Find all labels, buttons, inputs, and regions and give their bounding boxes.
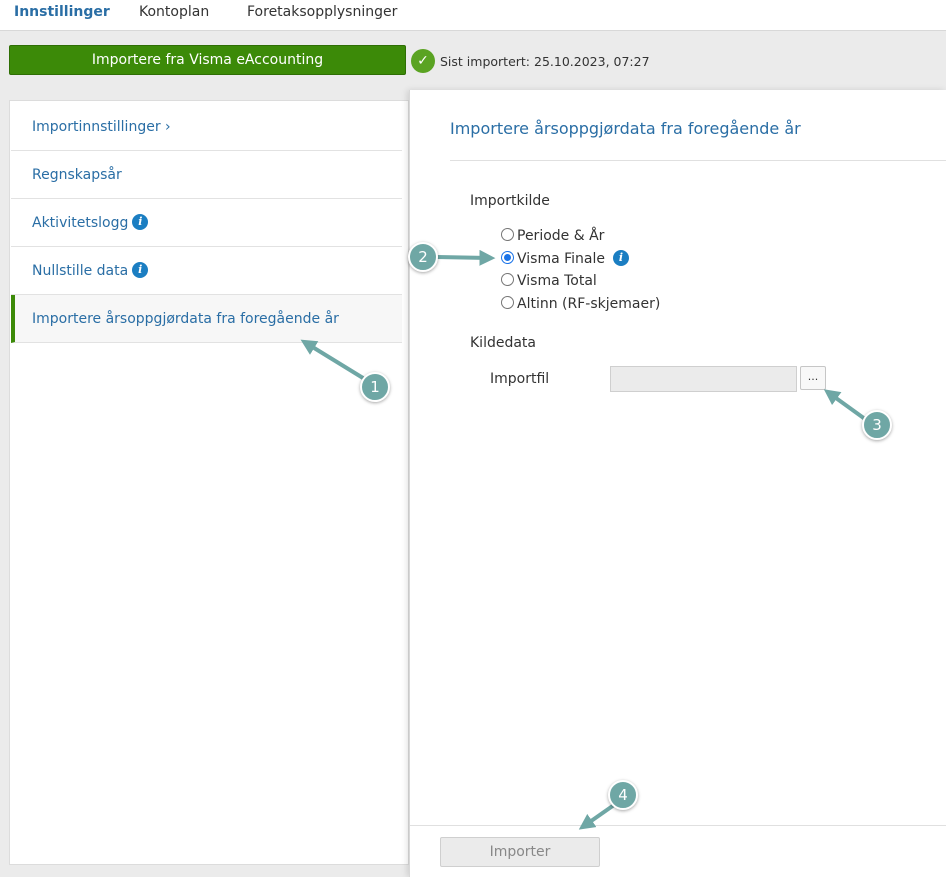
sidebar-item-importinnstillinger[interactable]: Importinnstillinger › [11,103,402,151]
sidebar-item-label: Importinnstillinger › [32,119,171,135]
last-import-value: 25.10.2023, 07:27 [534,54,650,69]
source-option-periode-ar[interactable]: Periode & År [501,228,604,248]
sidebar-item-label: Nullstille data [32,263,129,279]
import-file-label: Importfil [490,371,550,387]
page-title: Importere årsoppgjørdata fra foregående … [450,119,801,138]
last-import-label: Sist importert: [440,54,531,69]
top-navigation: Innstillinger Kontoplan Foretaksopplysni… [0,0,946,31]
annotation-badge-3: 3 [862,410,892,440]
source-data-heading: Kildedata [470,335,536,351]
source-option-visma-total[interactable]: Visma Total [501,273,597,293]
info-icon[interactable]: i [132,261,149,278]
sidebar-item-importere-arsoppgjordata[interactable]: Importere årsoppgjørdata fra foregående … [11,295,402,343]
import-file-input[interactable] [610,366,797,392]
sidebar-item-aktivitetslogg[interactable]: Aktivitetslogg i [11,199,402,247]
import-source-heading: Importkilde [470,193,550,209]
annotation-badge-1: 1 [360,372,390,402]
divider [410,825,946,826]
radio-button-selected[interactable] [501,251,514,264]
last-import-status: Sist importert: 25.10.2023, 07:27 [440,54,650,69]
divider [450,160,946,161]
sidebar-item-nullstille-data[interactable]: Nullstille data i [11,247,402,295]
source-option-visma-finale[interactable]: Visma Finale i [501,249,629,271]
sidebar-item-label: Regnskapsår [32,167,122,183]
browse-button[interactable]: ... [800,366,826,390]
radio-button[interactable] [501,296,514,309]
radio-label: Periode & År [517,228,605,244]
sidebar-item-label: Aktivitetslogg [32,215,129,231]
sidebar-item-label: Importere årsoppgjørdata fra foregående … [32,311,339,327]
tab-foretaksopplysninger[interactable]: Foretaksopplysninger [247,4,397,20]
tab-innstillinger[interactable]: Innstillinger [14,4,110,20]
radio-button[interactable] [501,273,514,286]
import-panel: Importere årsoppgjørdata fra foregående … [409,90,946,877]
annotation-badge-4: 4 [608,780,638,810]
settings-sidebar: Importinnstillinger › Regnskapsår Aktivi… [9,100,409,865]
annotation-badge-2: 2 [408,242,438,272]
sidebar-item-regnskapsar[interactable]: Regnskapsår [11,151,402,199]
tab-kontoplan[interactable]: Kontoplan [139,4,209,20]
info-icon[interactable]: i [132,213,149,230]
radio-button[interactable] [501,228,514,241]
radio-label: Altinn (RF-skjemaer) [517,296,661,312]
import-submit-button[interactable]: Importer [440,837,600,867]
radio-label: Visma Finale [517,251,605,267]
radio-label: Visma Total [517,273,597,289]
import-from-visma-button[interactable]: Importere fra Visma eAccounting [9,45,406,75]
info-icon[interactable]: i [613,249,629,266]
source-option-altinn[interactable]: Altinn (RF-skjemaer) [501,296,660,316]
check-icon: ✓ [411,49,435,73]
